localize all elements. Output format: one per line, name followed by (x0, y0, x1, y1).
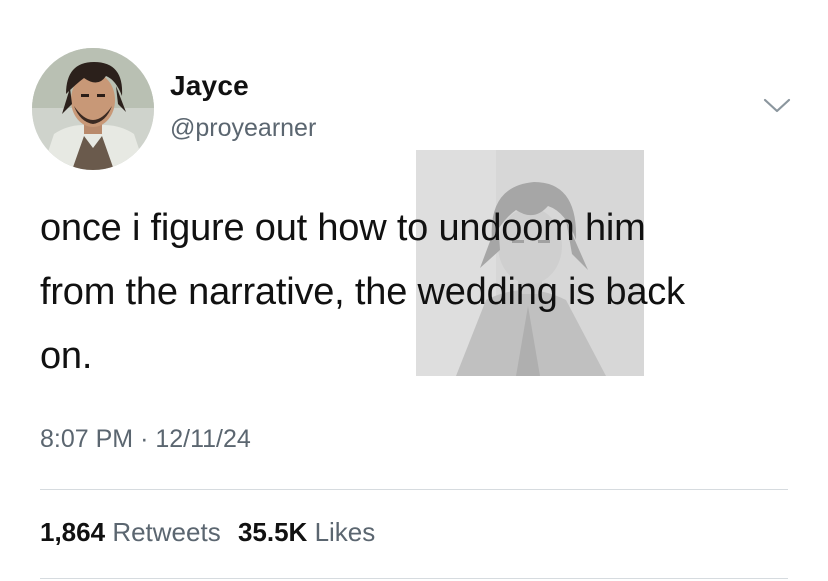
likes-count: 35.5K (237, 517, 308, 547)
display-name[interactable]: Jayce (170, 70, 249, 102)
tweet-date: 12/11/24 (155, 425, 251, 453)
tweet-text: once i figure out how to undoom him from… (40, 196, 810, 388)
avatar[interactable] (32, 48, 154, 170)
user-handle[interactable]: @proyearner (170, 114, 316, 143)
retweets-label: Retweets (112, 517, 221, 547)
meta-separator: · (140, 425, 149, 453)
avatar-image (32, 48, 154, 170)
chevron-down-icon[interactable] (762, 96, 792, 116)
divider (40, 578, 788, 579)
likes-stat[interactable]: 35.5K Likes (238, 517, 375, 547)
tweet-timestamp[interactable]: 8:07 PM · 12/11/24 (40, 425, 251, 454)
tweet-text-line: on. (40, 335, 93, 377)
tweet-text-line: from the narrative, the wedding is back (40, 271, 685, 313)
divider (40, 489, 788, 490)
tweet-card: Jayce @proyearner once i figure out how … (0, 0, 828, 581)
retweets-stat[interactable]: 1,864 Retweets (40, 517, 221, 547)
tweet-text-line: once i figure out how to undoom him (40, 207, 646, 249)
tweet-time: 8:07 PM (40, 425, 134, 453)
tweet-stats: 1,864 Retweets 35.5K Likes (40, 517, 375, 548)
retweets-count: 1,864 (40, 517, 106, 547)
likes-label: Likes (314, 517, 376, 547)
